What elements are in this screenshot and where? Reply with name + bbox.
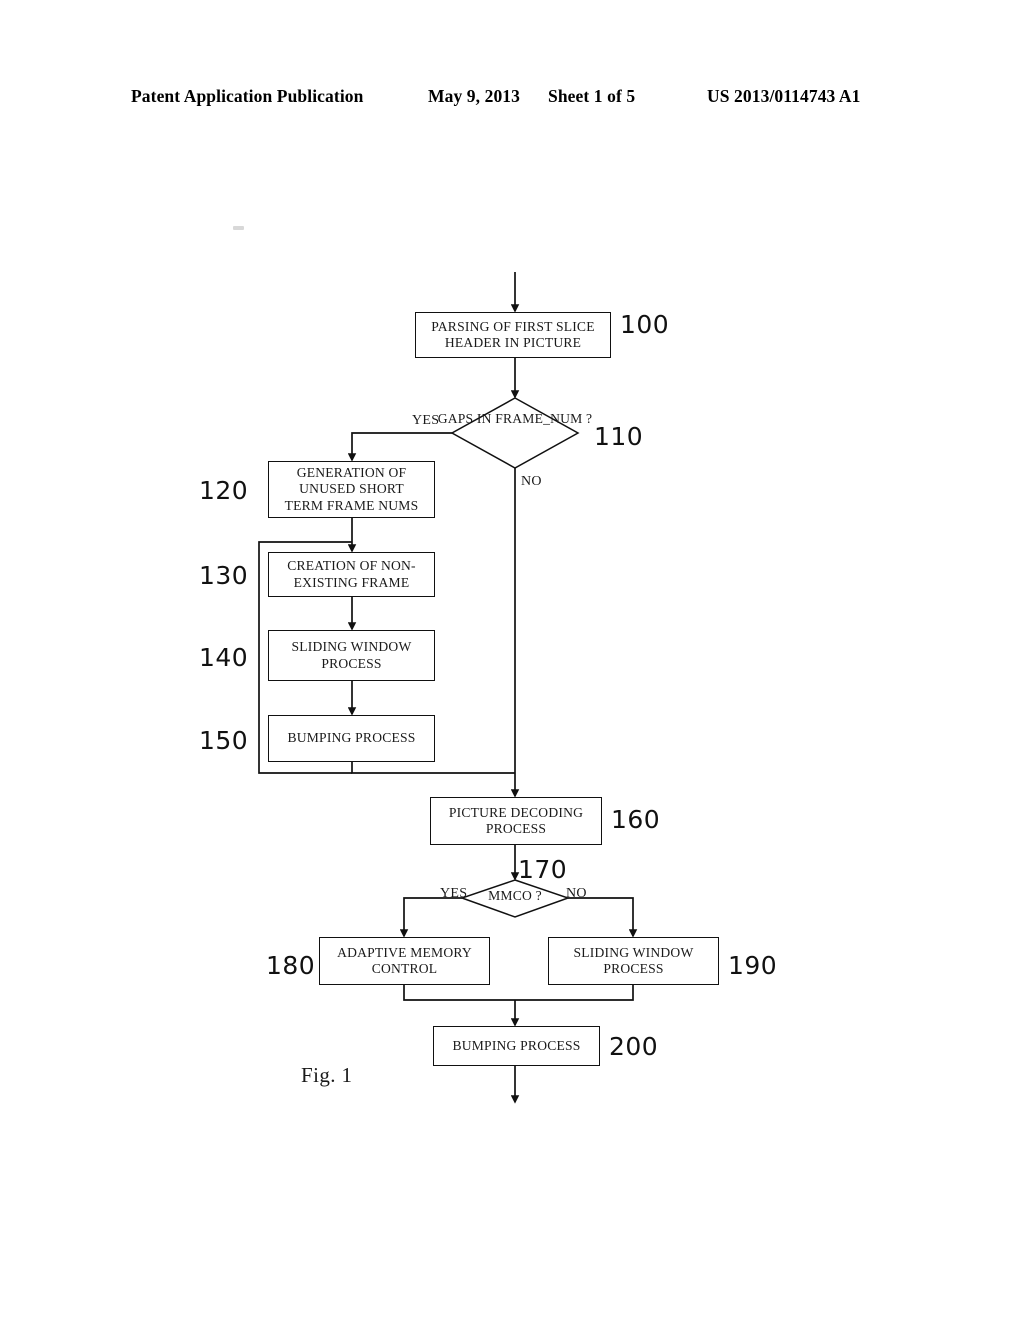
- node-picture-decoding-process[interactable]: PICTURE DECODING PROCESS: [430, 797, 602, 845]
- decision-label-line: ?: [535, 888, 542, 903]
- node-label-line: PARSING OF FIRST SLICE: [431, 318, 595, 334]
- node-label-line: BUMPING PROCESS: [452, 1037, 581, 1053]
- ref-numeral-150: 150: [199, 726, 249, 755]
- node-creation-non-existing-frame[interactable]: CREATION OF NON- EXISTING FRAME: [268, 552, 435, 597]
- node-label-line: CREATION OF NON-: [287, 558, 416, 574]
- node-label-line: GENERATION OF: [296, 465, 407, 481]
- ref-numeral-190: 190: [728, 951, 778, 980]
- node-label-line: EXISTING FRAME: [293, 574, 410, 590]
- node-sliding-window-process-mmco[interactable]: SLIDING WINDOW PROCESS: [548, 937, 719, 985]
- ref-numeral-180: 180: [266, 951, 316, 980]
- ref-numeral-160: 160: [611, 805, 661, 834]
- flowchart-connectors: [258, 272, 638, 1104]
- node-label-line: SLIDING WINDOW: [291, 639, 412, 655]
- ref-numeral-200: 200: [609, 1032, 659, 1061]
- ref-numeral-110: 110: [594, 422, 644, 451]
- ref-numeral-130: 130: [199, 561, 249, 590]
- node-label-line: ADAPTIVE MEMORY: [337, 944, 472, 960]
- node-label-line: BUMPING PROCESS: [287, 730, 416, 746]
- node-label-line: CONTROL: [371, 961, 438, 976]
- decision-mmco[interactable]: MMCO ?: [470, 888, 560, 903]
- node-label-line: PICTURE DECODING: [448, 804, 584, 820]
- node-label-line: HEADER IN PICTURE: [444, 335, 582, 350]
- node-sliding-window-process-gap[interactable]: SLIDING WINDOW PROCESS: [268, 630, 435, 681]
- decision-label-line: FRAME_NUM: [495, 411, 583, 426]
- figure-caption: Fig. 1: [301, 1063, 353, 1087]
- branch-label-mmco-yes: YES: [440, 886, 468, 901]
- node-label-line: PROCESS: [603, 961, 664, 976]
- node-label-line: SLIDING WINDOW: [573, 944, 694, 960]
- decision-gaps-in-frame-num[interactable]: GAPS IN FRAME_NUM ?: [437, 411, 593, 426]
- branch-label-gaps-yes: YES: [412, 413, 440, 428]
- decision-label-line: ?: [586, 411, 593, 426]
- node-label-line: UNUSED SHORT: [299, 481, 404, 497]
- ref-numeral-120: 120: [199, 476, 249, 505]
- branch-label-mmco-no: NO: [566, 886, 587, 901]
- ref-numeral-100: 100: [620, 310, 670, 339]
- node-label-line: PROCESS: [321, 655, 382, 671]
- decision-label-line: GAPS IN: [437, 411, 492, 426]
- node-label-line: TERM FRAME NUMS: [284, 497, 419, 513]
- node-parsing-first-slice-header[interactable]: PARSING OF FIRST SLICE HEADER IN PICTURE: [415, 312, 611, 358]
- node-bumping-process-final[interactable]: BUMPING PROCESS: [433, 1026, 600, 1066]
- node-generation-unused-short-term-frame-nums[interactable]: GENERATION OF UNUSED SHORT TERM FRAME NU…: [268, 461, 435, 518]
- ref-numeral-170: 170: [518, 855, 568, 884]
- flowchart-figure: PARSING OF FIRST SLICE HEADER IN PICTURE…: [0, 0, 1024, 1320]
- decision-label-line: MMCO: [488, 888, 532, 903]
- node-bumping-process-gap[interactable]: BUMPING PROCESS: [268, 715, 435, 762]
- node-adaptive-memory-control[interactable]: ADAPTIVE MEMORY CONTROL: [319, 937, 490, 985]
- ref-numeral-140: 140: [199, 643, 249, 672]
- node-label-line: PROCESS: [485, 821, 547, 836]
- branch-label-gaps-no: NO: [521, 474, 542, 489]
